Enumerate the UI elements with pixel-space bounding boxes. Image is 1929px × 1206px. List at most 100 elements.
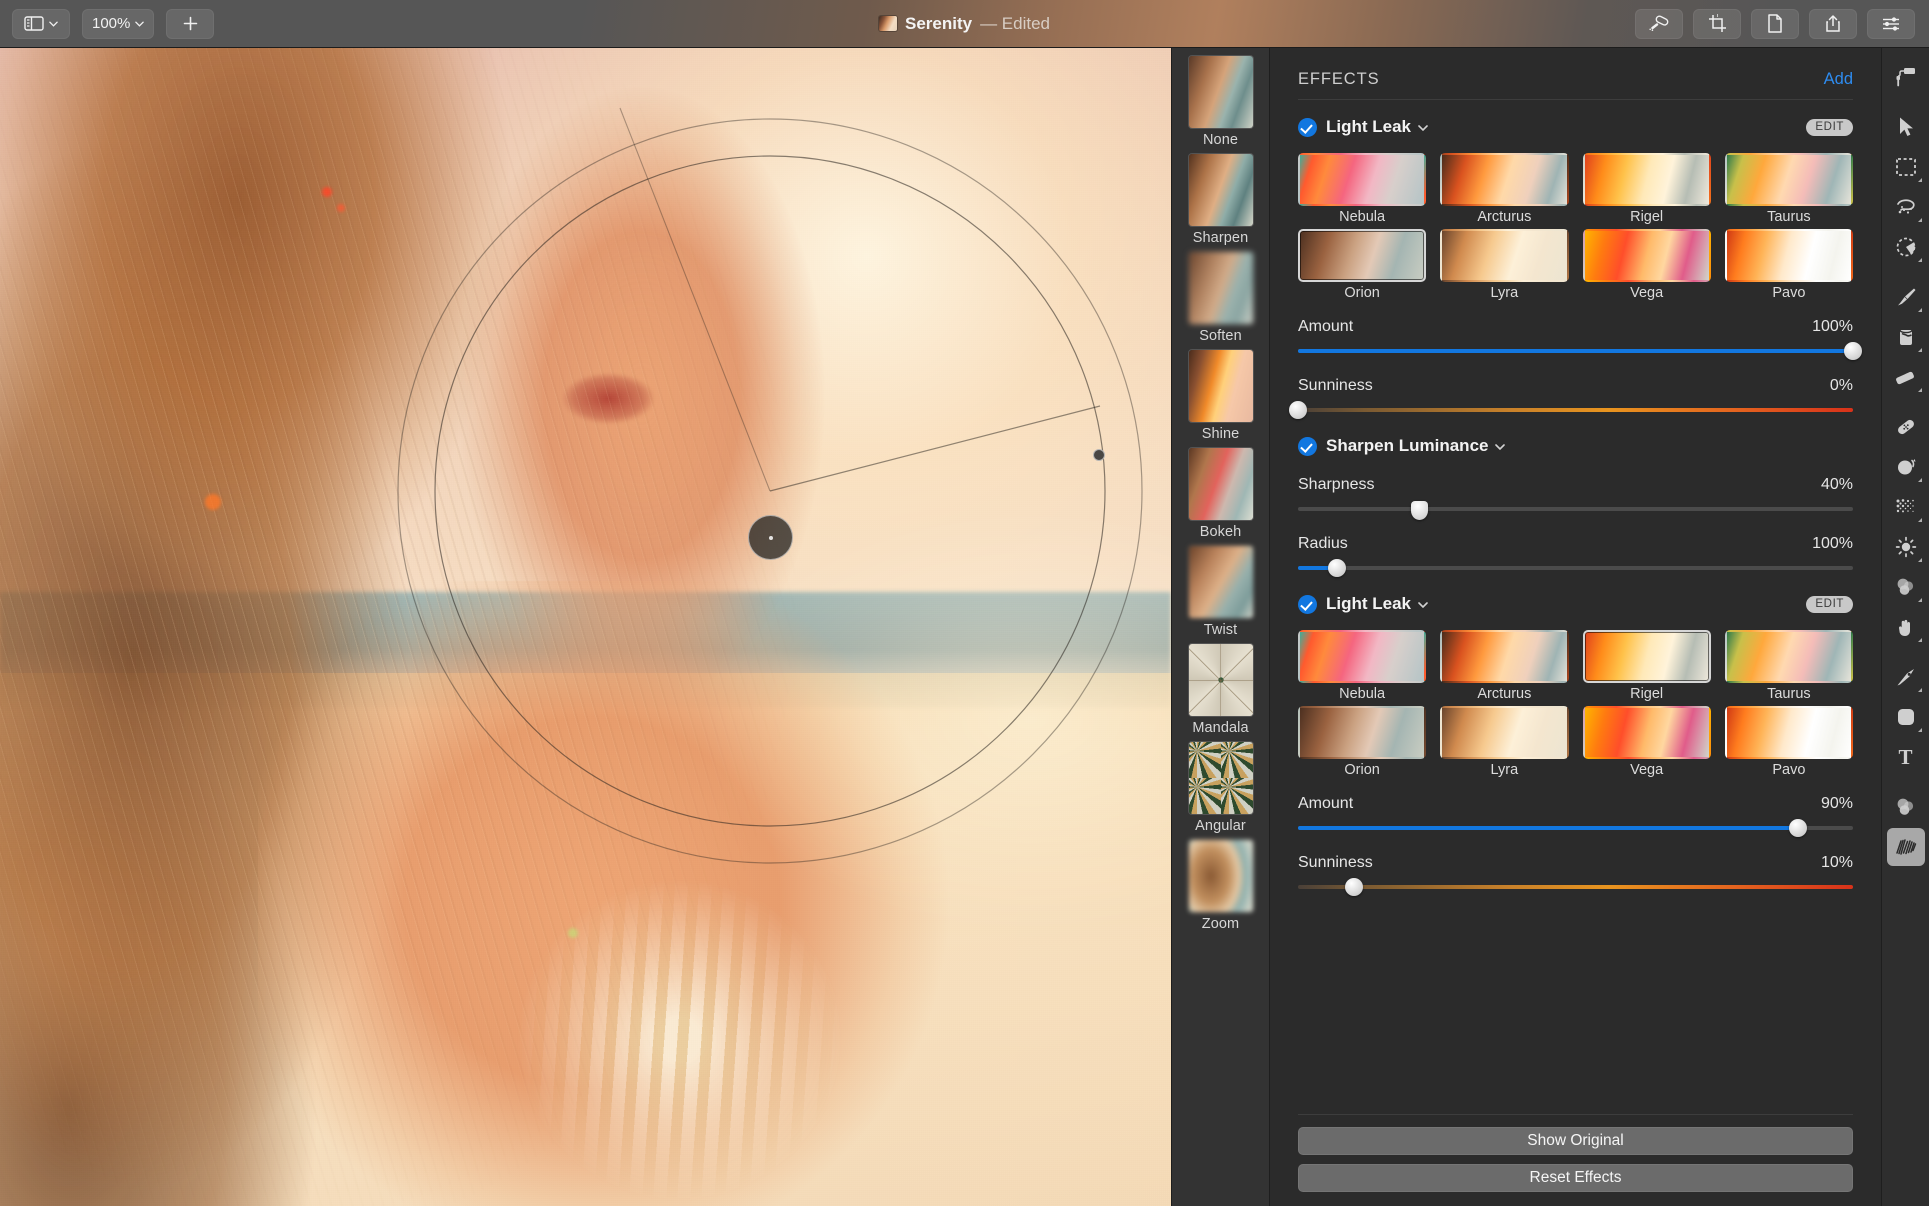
effect-style-option[interactable]: Vega bbox=[1582, 229, 1711, 301]
titlebar-right-tools bbox=[1635, 8, 1929, 39]
pen-tool[interactable] bbox=[1887, 658, 1925, 696]
lasso-select-tool[interactable] bbox=[1887, 188, 1925, 226]
effect-style-option[interactable]: Lyra bbox=[1440, 229, 1569, 301]
light-leak-center-handle[interactable] bbox=[748, 515, 793, 560]
add-button[interactable] bbox=[166, 8, 215, 39]
effect-style-option[interactable]: Lyra bbox=[1440, 706, 1569, 778]
effect-style-thumbnail bbox=[1582, 229, 1711, 282]
reset-effects-button[interactable]: Reset Effects bbox=[1298, 1164, 1853, 1192]
effect-preset-item[interactable]: Soften bbox=[1185, 252, 1257, 344]
slider-row: Amount 90% bbox=[1298, 795, 1853, 837]
effect-style-option[interactable]: Rigel bbox=[1582, 153, 1711, 225]
photo-canvas[interactable] bbox=[0, 48, 1171, 1206]
light-leak-radius-handle[interactable] bbox=[1093, 449, 1105, 461]
slider-knob[interactable] bbox=[1788, 819, 1807, 837]
heal-tool[interactable] bbox=[1887, 408, 1925, 446]
effect-style-option[interactable]: Vega bbox=[1582, 706, 1711, 778]
document-button[interactable] bbox=[1751, 8, 1799, 39]
brush-tool[interactable] bbox=[1887, 278, 1925, 316]
slider-track-wrap[interactable] bbox=[1298, 500, 1853, 520]
effects-preset-strip[interactable]: None Sharpen Soften Shine Bokeh Twist Mandala A… bbox=[1171, 48, 1269, 1206]
effect-enabled-checkbox[interactable] bbox=[1298, 117, 1317, 137]
slider-track-wrap[interactable] bbox=[1289, 401, 1853, 419]
effect-preset-item[interactable]: Twist bbox=[1185, 546, 1257, 638]
zoom-level-button[interactable]: 100% bbox=[82, 8, 155, 39]
effect-options-chevron[interactable] bbox=[1411, 595, 1428, 613]
effect-style-option[interactable]: Nebula bbox=[1298, 630, 1427, 702]
soften-tool[interactable] bbox=[1887, 788, 1925, 826]
add-effect-link[interactable]: Add bbox=[1824, 70, 1853, 89]
effect-preset-grid: Nebula Arcturus Rigel Taurus Orion Lyra Vega Pa… bbox=[1298, 630, 1853, 778]
tool-submenu-indicator-icon bbox=[1917, 728, 1922, 732]
effect-style-option[interactable]: Taurus bbox=[1724, 630, 1853, 702]
paint-bucket-tool[interactable] bbox=[1887, 318, 1925, 356]
effect-preset-item[interactable]: None bbox=[1185, 56, 1257, 148]
slider-knob[interactable] bbox=[1344, 878, 1363, 896]
effect-preset-item[interactable]: Bokeh bbox=[1185, 448, 1257, 540]
crop-icon bbox=[1708, 14, 1726, 32]
dodge-tool[interactable] bbox=[1887, 528, 1925, 566]
adjustments-button[interactable] bbox=[1867, 8, 1915, 39]
pen-nib-icon bbox=[1895, 666, 1917, 688]
shape-tool[interactable] bbox=[1887, 698, 1925, 736]
panels-icon bbox=[24, 16, 44, 31]
smudge-tool[interactable] bbox=[1887, 608, 1925, 646]
slider-knob[interactable] bbox=[1327, 559, 1346, 577]
effect-options-chevron[interactable] bbox=[1411, 118, 1428, 136]
slider-knob[interactable] bbox=[1289, 401, 1307, 419]
effect-style-option[interactable]: Pavo bbox=[1724, 229, 1853, 301]
effect-preset-item[interactable]: Zoom bbox=[1185, 840, 1257, 932]
slider-track-wrap[interactable] bbox=[1298, 342, 1862, 360]
eraser-tool[interactable] bbox=[1887, 358, 1925, 396]
effect-style-option[interactable]: Arcturus bbox=[1440, 153, 1569, 225]
share-button[interactable] bbox=[1809, 8, 1857, 39]
effect-preset-item[interactable]: Mandala bbox=[1185, 644, 1257, 736]
effect-preset-label: Soften bbox=[1199, 328, 1242, 344]
marquee-select-tool[interactable] bbox=[1887, 148, 1925, 186]
show-original-button[interactable]: Show Original bbox=[1298, 1127, 1853, 1155]
effect-style-option[interactable]: Taurus bbox=[1724, 153, 1853, 225]
effect-style-option[interactable]: Orion bbox=[1298, 706, 1427, 778]
effect-options-chevron[interactable] bbox=[1488, 437, 1506, 455]
effect-style-label: Vega bbox=[1630, 762, 1664, 778]
effect-style-option[interactable]: Orion bbox=[1298, 229, 1427, 301]
effect-preset-item[interactable]: Sharpen bbox=[1185, 154, 1257, 246]
clone-stamp-icon bbox=[1895, 456, 1917, 478]
effect-enabled-checkbox[interactable] bbox=[1298, 594, 1317, 614]
slider-track-wrap[interactable] bbox=[1298, 819, 1853, 837]
effect-preset-item[interactable]: Angular bbox=[1185, 742, 1257, 834]
effect-style-option[interactable]: Nebula bbox=[1298, 153, 1427, 225]
quick-select-tool[interactable] bbox=[1887, 228, 1925, 266]
effect-style-option[interactable]: Rigel bbox=[1582, 630, 1711, 702]
effect-style-option[interactable]: Arcturus bbox=[1440, 630, 1569, 702]
dither-tool[interactable] bbox=[1887, 488, 1925, 526]
effect-style-label: Lyra bbox=[1490, 285, 1519, 301]
blur-tool[interactable] bbox=[1887, 568, 1925, 606]
pointer-tool[interactable] bbox=[1887, 108, 1925, 146]
paint-roller-tool[interactable] bbox=[1887, 58, 1925, 96]
text-t-icon: T bbox=[1898, 744, 1913, 769]
slider-label: Sunniness bbox=[1298, 854, 1373, 871]
slider-row: Sunniness 10% bbox=[1298, 854, 1853, 896]
slider-value: 100% bbox=[1812, 318, 1853, 335]
chevron-down-icon bbox=[135, 21, 145, 27]
arrow-cursor-icon bbox=[1896, 116, 1916, 138]
slider-track-wrap[interactable] bbox=[1298, 878, 1853, 896]
effects-tool[interactable] bbox=[1886, 828, 1925, 866]
effect-name: Light Leak bbox=[1326, 117, 1412, 136]
view-layout-button[interactable] bbox=[12, 8, 70, 39]
slider-track-wrap[interactable] bbox=[1298, 559, 1853, 577]
effect-preset-thumbnail bbox=[1188, 154, 1253, 226]
text-tool[interactable]: T bbox=[1887, 738, 1925, 776]
slider-knob[interactable] bbox=[1411, 501, 1429, 520]
tool-rail[interactable]: T bbox=[1881, 48, 1929, 1206]
effect-enabled-checkbox[interactable] bbox=[1298, 436, 1317, 456]
effect-edit-button[interactable]: EDIT bbox=[1806, 595, 1853, 613]
clone-stamp-tool[interactable] bbox=[1887, 448, 1925, 486]
crop-tool-button[interactable] bbox=[1693, 8, 1741, 39]
effect-style-option[interactable]: Pavo bbox=[1724, 706, 1853, 778]
effect-edit-button[interactable]: EDIT bbox=[1806, 118, 1853, 136]
effect-preset-item[interactable]: Shine bbox=[1185, 350, 1257, 442]
slider-knob[interactable] bbox=[1844, 342, 1862, 360]
retouch-tool-button[interactable] bbox=[1635, 8, 1683, 39]
